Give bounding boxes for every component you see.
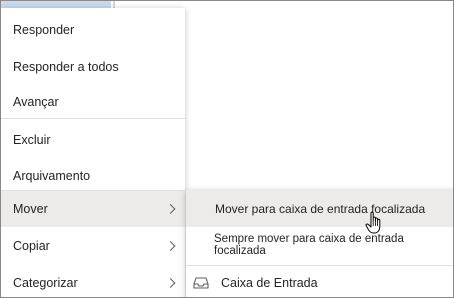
submenu-item-label: Caixa de Entrada	[221, 276, 318, 290]
menu-item-archive[interactable]: Arquivamento	[1, 158, 185, 194]
move-submenu: Mover para caixa de entrada focalizada S…	[186, 190, 453, 297]
menu-item-reply[interactable]: Responder	[1, 12, 185, 48]
submenu-item-move-to-focused[interactable]: Mover para caixa de entrada focalizada	[186, 190, 453, 227]
menu-item-label: Responder a todos	[13, 60, 119, 74]
menu-item-label: Excluir	[13, 133, 51, 147]
inbox-icon	[193, 277, 209, 289]
submenu-item-label: Sempre mover para caixa de entrada focal…	[214, 233, 404, 257]
menu-item-label: Arquivamento	[13, 169, 91, 183]
menu-item-categorize[interactable]: Categorizar	[1, 265, 185, 297]
menu-item-reply-all[interactable]: Responder a todos	[1, 49, 185, 85]
chevron-right-icon	[165, 241, 176, 251]
chevron-right-icon	[165, 278, 176, 288]
window-frame: Responder Responder a todos Avançar Excl…	[0, 0, 454, 298]
menu-separator	[1, 118, 185, 119]
submenu-item-always-move-to-focused[interactable]: Sempre mover para caixa de entrada focal…	[186, 227, 453, 263]
menu-item-forward[interactable]: Avançar	[1, 84, 185, 120]
menu-item-label: Categorizar	[13, 276, 78, 290]
menu-item-move[interactable]: Mover	[1, 191, 185, 227]
submenu-item-inbox[interactable]: Caixa de Entrada	[186, 266, 453, 297]
menu-item-label: Avançar	[13, 95, 59, 109]
menu-item-label: Responder	[13, 23, 75, 37]
submenu-item-label: Mover para caixa de entrada focalizada	[215, 201, 426, 216]
menu-item-copy[interactable]: Copiar	[1, 228, 185, 264]
context-menu: Responder Responder a todos Avançar Excl…	[1, 8, 185, 297]
hand-cursor-icon	[365, 211, 381, 234]
menu-item-label: Copiar	[13, 239, 50, 253]
menu-item-delete[interactable]: Excluir	[1, 122, 185, 158]
chevron-right-icon	[165, 204, 176, 214]
menu-item-label: Mover	[13, 202, 48, 216]
